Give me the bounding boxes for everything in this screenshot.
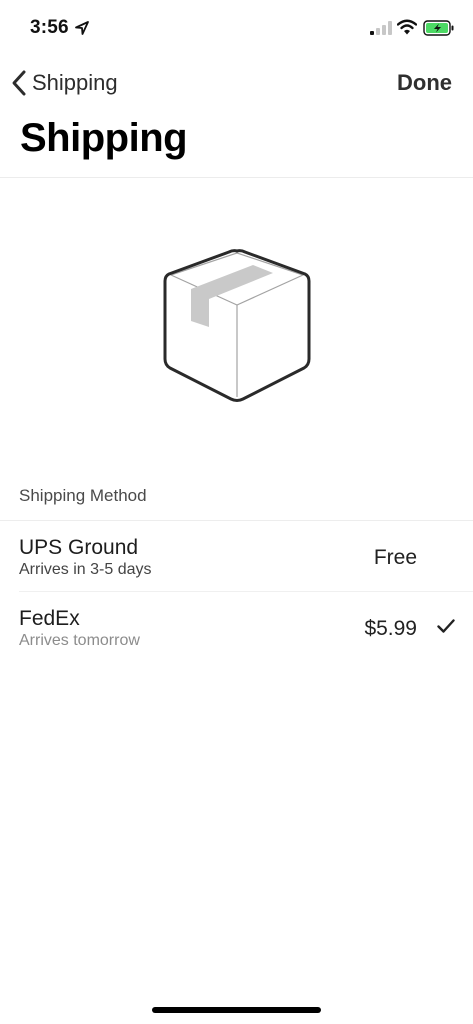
option-subtitle: Arrives in 3-5 days bbox=[19, 561, 152, 578]
title-divider bbox=[0, 177, 473, 178]
shipping-method-header: Shipping Method bbox=[19, 486, 147, 505]
status-time: 3:56 bbox=[30, 17, 69, 38]
done-button[interactable]: Done bbox=[397, 70, 452, 96]
option-price: Free bbox=[373, 546, 417, 569]
option-name: UPS Ground bbox=[19, 536, 139, 559]
option-divider bbox=[19, 591, 473, 592]
page-title: Shipping bbox=[20, 116, 188, 160]
status-bar: 3:56 bbox=[0, 0, 473, 56]
signal-icon bbox=[370, 21, 392, 35]
wifi-icon bbox=[397, 19, 417, 35]
section-divider bbox=[0, 520, 473, 521]
location-icon bbox=[75, 21, 89, 35]
back-button[interactable]: Shipping bbox=[10, 62, 118, 104]
navigation-bar: Shipping Done bbox=[0, 62, 473, 106]
option-name: FedEx bbox=[19, 607, 80, 630]
shipping-option-ups-ground[interactable]: UPS Ground Arrives in 3-5 days Free bbox=[0, 522, 473, 592]
home-indicator bbox=[152, 1007, 321, 1013]
option-subtitle: Arrives tomorrow bbox=[19, 632, 140, 649]
option-price: $5.99 bbox=[364, 617, 417, 640]
package-box-icon bbox=[163, 249, 311, 402]
shipping-option-fedex[interactable]: FedEx Arrives tomorrow $5.99 bbox=[0, 593, 473, 663]
chevron-left-icon bbox=[12, 70, 26, 96]
back-button-label: Shipping bbox=[32, 70, 118, 95]
checkmark-icon bbox=[437, 619, 455, 633]
battery-charging-icon bbox=[423, 20, 454, 36]
